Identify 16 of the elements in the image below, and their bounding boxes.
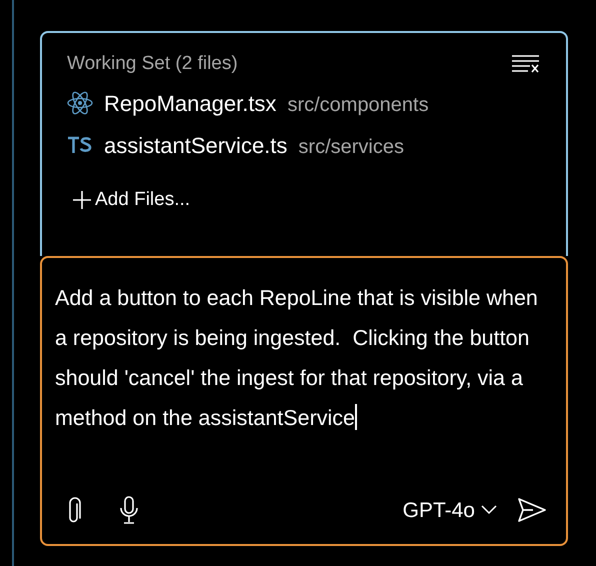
file-name[interactable]: RepoManager.tsx (104, 86, 276, 120)
send-icon[interactable] (517, 497, 547, 524)
typescript-icon (67, 136, 93, 154)
add-files-link[interactable]: Add Files... (95, 186, 190, 214)
atom-icon (67, 91, 93, 115)
plus-icon (73, 190, 91, 209)
model-selector[interactable]: GPT-4o (402, 494, 497, 526)
paperclip-icon[interactable] (67, 496, 83, 524)
file-path: src/components (287, 92, 429, 118)
working-set-title: Working Set (2 files) (67, 52, 238, 76)
clear-list-icon[interactable] (511, 54, 540, 74)
message-field[interactable]: Add a button to each RepoLine that is visible when a repository is being ingested. Clicking the button should 'cancel' the ingest for that repository, via a method on the assistantService (55, 278, 555, 438)
file-path: src/services (298, 134, 404, 160)
file-name[interactable]: assistantService.ts (104, 128, 288, 162)
microphone-icon[interactable] (119, 496, 139, 524)
chevron-down-icon (481, 505, 497, 516)
